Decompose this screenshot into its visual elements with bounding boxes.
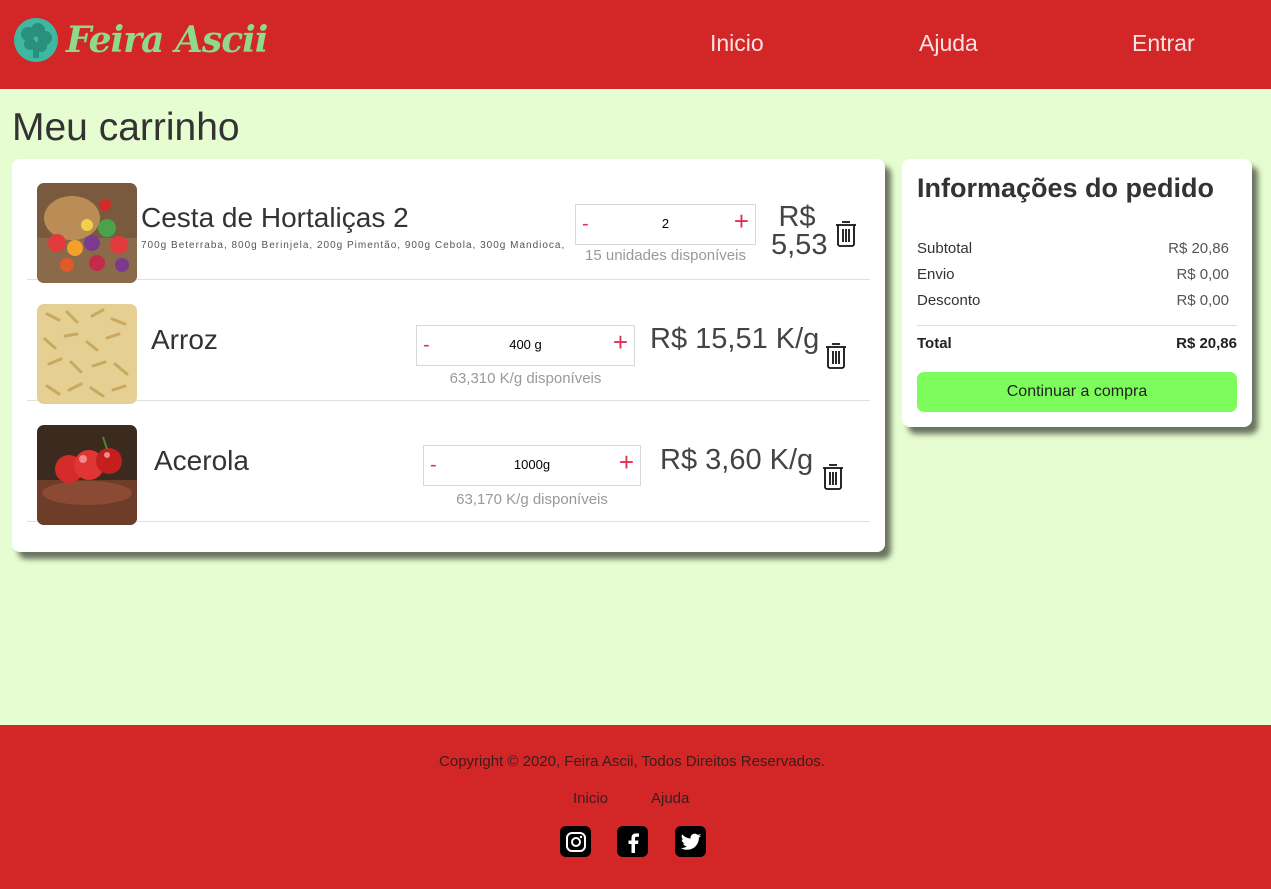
- summary-divider: [917, 325, 1237, 326]
- discount-value: R$ 0,00: [1176, 292, 1229, 309]
- cart-item: Cesta de Hortaliças 2 700g Beterraba, 80…: [27, 159, 870, 283]
- item-price: R$ 3,60 K/g: [660, 444, 814, 476]
- increase-quantity-button[interactable]: +: [613, 329, 628, 355]
- shipping-row: Envio R$ 0,00: [917, 266, 1237, 283]
- cart-panel: Cesta de Hortaliças 2 700g Beterraba, 80…: [12, 159, 885, 552]
- product-name: Acerola: [154, 445, 249, 476]
- footer-help-link[interactable]: Ajuda: [651, 790, 689, 807]
- product-description: 700g Beterraba, 800g Berinjela, 200g Pim…: [141, 240, 566, 251]
- stock-available: 63,310 K/g disponíveis: [449, 370, 602, 387]
- decrease-quantity-button[interactable]: -: [423, 332, 430, 358]
- total-row: Total R$ 20,86: [917, 335, 1237, 352]
- subtotal-row: Subtotal R$ 20,86: [917, 240, 1237, 257]
- product-image-rice: [37, 304, 137, 404]
- stock-available: 15 unidades disponíveis: [585, 247, 746, 264]
- shipping-value: R$ 0,00: [1176, 266, 1229, 283]
- brand-name: Feira Ascii: [66, 19, 268, 61]
- order-summary-panel: Informações do pedido Subtotal R$ 20,86 …: [902, 159, 1252, 427]
- shipping-label: Envio: [917, 266, 955, 283]
- cart-item: Arroz - 400 g + 63,310 K/g disponíveis R…: [27, 280, 870, 404]
- trash-icon[interactable]: [822, 463, 844, 490]
- item-price-currency: R$: [778, 201, 816, 233]
- order-summary-title: Informações do pedido: [917, 173, 1215, 203]
- subtotal-value: R$ 20,86: [1168, 240, 1229, 257]
- site-header: Feira Ascii Inicio Ajuda Entrar: [0, 0, 1271, 89]
- nav-home-link[interactable]: Inicio: [710, 30, 764, 57]
- discount-row: Desconto R$ 0,00: [917, 292, 1237, 309]
- quantity-stepper: - 2 +: [575, 204, 756, 245]
- broccoli-logo-icon: [14, 18, 58, 62]
- subtotal-label: Subtotal: [917, 240, 973, 257]
- item-price: R$ 5,53: [771, 201, 828, 261]
- quantity-stepper: - 1000g +: [423, 445, 641, 486]
- quantity-stepper: - 400 g +: [416, 325, 635, 366]
- total-value: R$ 20,86: [1176, 335, 1237, 352]
- discount-label: Desconto: [917, 292, 981, 309]
- instagram-icon[interactable]: [560, 826, 591, 857]
- decrease-quantity-button[interactable]: -: [582, 211, 589, 237]
- page-title: Meu carrinho: [12, 106, 240, 149]
- quantity-input[interactable]: 1000g: [449, 457, 615, 472]
- nav-help-link[interactable]: Ajuda: [919, 30, 978, 57]
- item-price-amount: 5,53: [771, 229, 828, 261]
- product-name: Arroz: [151, 324, 218, 355]
- footer-home-link[interactable]: Inicio: [573, 790, 608, 807]
- quantity-input[interactable]: 400 g: [442, 337, 609, 352]
- product-image-acerola: [37, 425, 137, 525]
- nav-login-link[interactable]: Entrar: [1132, 30, 1195, 57]
- twitter-icon[interactable]: [675, 826, 706, 857]
- brand-logo[interactable]: Feira Ascii: [12, 16, 268, 64]
- trash-icon[interactable]: [825, 342, 847, 369]
- increase-quantity-button[interactable]: +: [619, 449, 634, 475]
- site-footer: Copyright © 2020, Feira Ascii, Todos Dir…: [0, 725, 1271, 889]
- trash-icon[interactable]: [835, 220, 857, 247]
- product-image-vegetable-basket: [37, 183, 137, 283]
- item-price: R$ 15,51 K/g: [650, 323, 820, 355]
- quantity-input[interactable]: 2: [601, 216, 730, 231]
- continue-purchase-button[interactable]: Continuar a compra: [917, 372, 1237, 412]
- facebook-icon[interactable]: [617, 826, 648, 857]
- cart-item: Acerola - 1000g + 63,170 K/g disponíveis…: [27, 401, 870, 525]
- increase-quantity-button[interactable]: +: [734, 208, 749, 234]
- decrease-quantity-button[interactable]: -: [430, 452, 437, 478]
- total-label: Total: [917, 335, 952, 352]
- copyright-text: Copyright © 2020, Feira Ascii, Todos Dir…: [439, 753, 825, 770]
- stock-available: 63,170 K/g disponíveis: [456, 491, 608, 508]
- product-name: Cesta de Hortaliças 2: [141, 202, 409, 233]
